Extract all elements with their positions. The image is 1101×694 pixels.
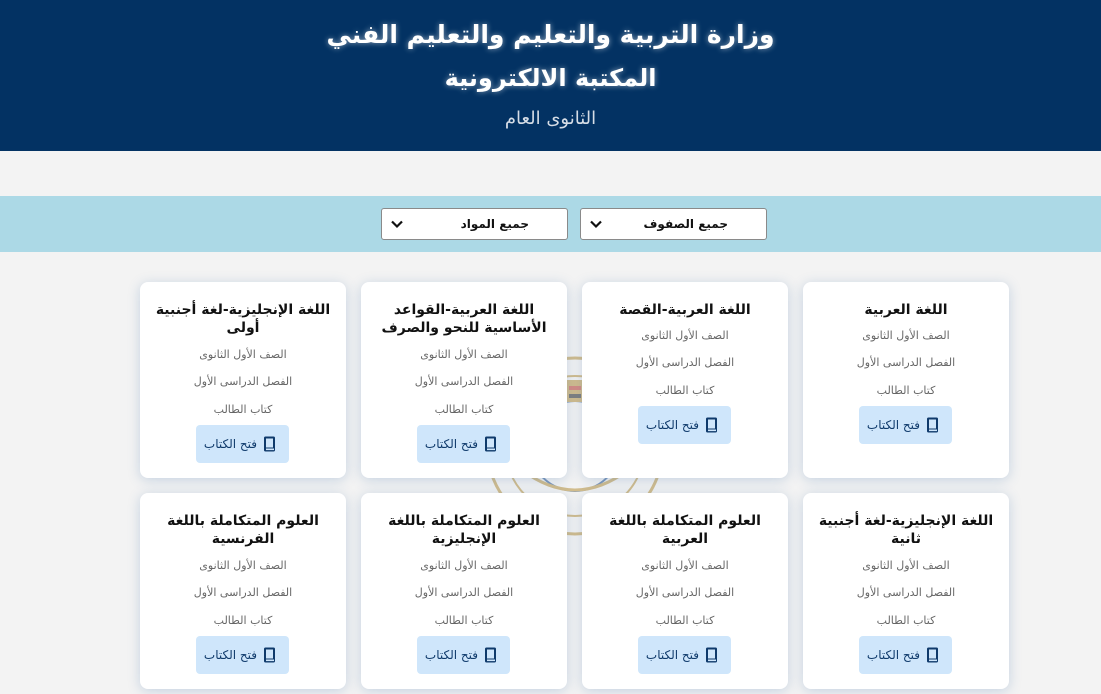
book-icon xyxy=(927,647,938,663)
book-type: كتاب الطالب xyxy=(876,384,936,397)
book-grade: الصف الأول الثانوى xyxy=(641,329,729,342)
book-card: اللغة العربية الصف الأول الثانوى الفصل الد… xyxy=(803,282,1009,478)
book-icon xyxy=(706,417,717,433)
book-title: العلوم المتكاملة باللغة الإنجليزية xyxy=(388,513,540,547)
book-grade: الصف الأول الثانوى xyxy=(420,348,508,361)
ministry-title: وزارة التربية والتعليم والتعليم الفني xyxy=(326,20,775,49)
section-subtitle: الثانوى العام xyxy=(504,108,597,129)
open-book-button[interactable]: فتح الكتاب xyxy=(417,636,510,674)
book-term: الفصل الدراسى الأول xyxy=(414,375,514,388)
book-icon xyxy=(264,436,275,452)
book-term: الفصل الدراسى الأول xyxy=(193,586,293,599)
open-book-button[interactable]: فتح الكتاب xyxy=(196,636,289,674)
book-type: كتاب الطالب xyxy=(655,384,715,397)
open-book-label: فتح الكتاب xyxy=(866,418,920,432)
book-type: كتاب الطالب xyxy=(213,614,273,627)
page-header: وزارة التربية والتعليم والتعليم الفني ال… xyxy=(0,0,1101,151)
chevron-down-icon xyxy=(391,220,403,229)
open-book-button[interactable]: فتح الكتاب xyxy=(859,406,952,444)
book-term: الفصل الدراسى الأول xyxy=(635,356,735,369)
book-grade: الصف الأول الثانوى xyxy=(420,559,508,572)
open-book-label: فتح الكتاب xyxy=(424,437,478,451)
book-type: كتاب الطالب xyxy=(213,403,273,416)
book-card: العلوم المتكاملة باللغة الإنجليزية الصف ا… xyxy=(361,493,567,689)
open-book-label: فتح الكتاب xyxy=(645,648,699,662)
book-title: اللغة الإنجليزية-لغة أجنبية ثانية xyxy=(818,513,994,547)
book-type: كتاب الطالب xyxy=(876,614,936,627)
book-title: العلوم المتكاملة باللغة الفرنسية xyxy=(167,513,319,547)
book-term: الفصل الدراسى الأول xyxy=(193,375,293,388)
open-book-label: فتح الكتاب xyxy=(866,648,920,662)
library-title: المكتبة الالكترونية xyxy=(444,64,657,92)
book-card: العلوم المتكاملة باللغة العربية الصف الأو… xyxy=(582,493,788,689)
book-card: اللغة الإنجليزية-لغة أجنبية ثانية الصف ال… xyxy=(803,493,1009,689)
book-card: اللغة العربية-القصة الصف الأول الثانوى الف… xyxy=(582,282,788,478)
book-grade: الصف الأول الثانوى xyxy=(199,348,287,361)
book-card: اللغة الإنجليزية-لغة أجنبية أولى الصف الأ… xyxy=(140,282,346,478)
open-book-button[interactable]: فتح الكتاب xyxy=(638,406,731,444)
subject-select-value: جميع المواد xyxy=(460,217,529,231)
book-type: كتاب الطالب xyxy=(434,614,494,627)
book-icon xyxy=(264,647,275,663)
book-term: الفصل الدراسى الأول xyxy=(414,586,514,599)
book-grade: الصف الأول الثانوى xyxy=(862,329,950,342)
subject-select[interactable]: جميع المواد xyxy=(381,208,568,240)
open-book-label: فتح الكتاب xyxy=(645,418,699,432)
book-term: الفصل الدراسى الأول xyxy=(635,586,735,599)
book-grade: الصف الأول الثانوى xyxy=(199,559,287,572)
open-book-button[interactable]: فتح الكتاب xyxy=(417,425,510,463)
book-icon xyxy=(485,647,496,663)
book-title: اللغة العربية-القصة xyxy=(619,302,751,318)
book-type: كتاب الطالب xyxy=(434,403,494,416)
book-term: الفصل الدراسى الأول xyxy=(856,586,956,599)
open-book-label: فتح الكتاب xyxy=(424,648,478,662)
open-book-label: فتح الكتاب xyxy=(203,437,257,451)
book-icon xyxy=(485,436,496,452)
book-title: اللغة العربية xyxy=(864,302,948,318)
grade-select[interactable]: جميع الصفوف xyxy=(580,208,767,240)
book-title: العلوم المتكاملة باللغة العربية xyxy=(609,513,761,547)
open-book-label: فتح الكتاب xyxy=(203,648,257,662)
filter-bar: جميع الصفوف جميع المواد xyxy=(0,196,1101,252)
book-title: اللغة الإنجليزية-لغة أجنبية أولى xyxy=(155,302,331,336)
book-grade: الصف الأول الثانوى xyxy=(862,559,950,572)
book-icon xyxy=(927,417,938,433)
grade-select-value: جميع الصفوف xyxy=(643,217,728,231)
book-term: الفصل الدراسى الأول xyxy=(856,356,956,369)
open-book-button[interactable]: فتح الكتاب xyxy=(638,636,731,674)
open-book-button[interactable]: فتح الكتاب xyxy=(196,425,289,463)
chevron-down-icon xyxy=(590,220,602,229)
book-title: اللغة العربية-القواعد الأساسية للنحو وال… xyxy=(381,302,547,336)
book-card: اللغة العربية-القواعد الأساسية للنحو وال… xyxy=(361,282,567,478)
book-icon xyxy=(706,647,717,663)
book-type: كتاب الطالب xyxy=(655,614,715,627)
open-book-button[interactable]: فتح الكتاب xyxy=(859,636,952,674)
book-card: العلوم المتكاملة باللغة الفرنسية الصف الأ… xyxy=(140,493,346,689)
book-grade: الصف الأول الثانوى xyxy=(641,559,729,572)
